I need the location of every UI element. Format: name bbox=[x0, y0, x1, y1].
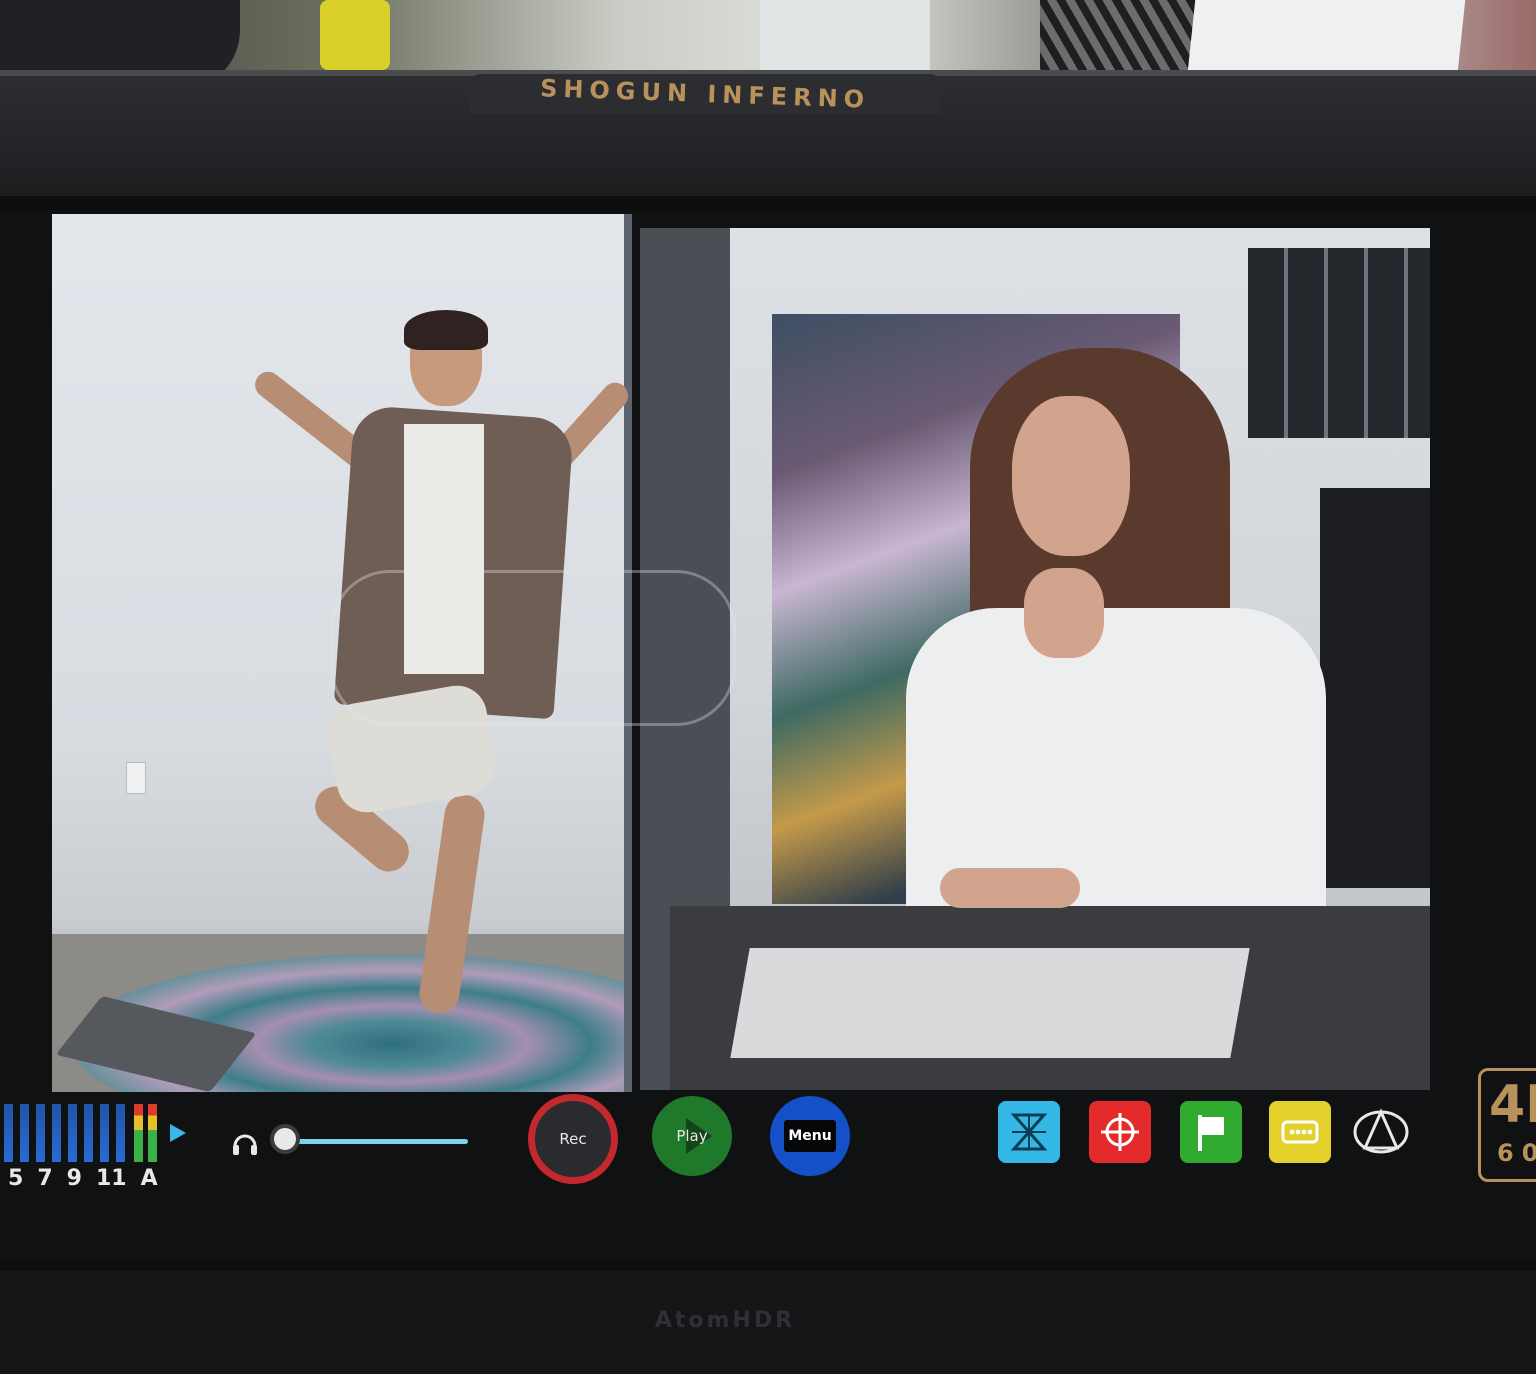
audio-meter-bar bbox=[84, 1104, 93, 1162]
audio-meter-bar-peak bbox=[148, 1104, 157, 1162]
headphone-volume-slider[interactable] bbox=[270, 1124, 300, 1154]
audio-channel-label: 11 bbox=[95, 1166, 127, 1191]
audio-meter-bar-peak bbox=[134, 1104, 143, 1162]
audio-meter-bar bbox=[20, 1104, 29, 1162]
person-hand bbox=[1024, 568, 1104, 658]
person-hair bbox=[404, 310, 488, 350]
monitor-tools-button[interactable] bbox=[998, 1101, 1060, 1163]
menu-button[interactable]: Menu bbox=[770, 1096, 850, 1176]
play-button-label: Play bbox=[676, 1127, 708, 1145]
device-brand-plate: SHOGUN INFERNO bbox=[470, 74, 940, 114]
video-feed-left bbox=[52, 214, 632, 1092]
format-frame-rate: 60 bbox=[1497, 1139, 1536, 1167]
atomos-home-button[interactable] bbox=[1350, 1101, 1412, 1163]
more-options-button[interactable] bbox=[1269, 1101, 1331, 1163]
audio-channel-label: 5 bbox=[8, 1166, 24, 1191]
audio-channel-label: 7 bbox=[37, 1166, 53, 1191]
play-button[interactable]: Play bbox=[652, 1096, 732, 1176]
person-leg bbox=[416, 792, 488, 1016]
headphones-icon bbox=[233, 1134, 257, 1155]
headphone-volume-track[interactable] bbox=[290, 1139, 468, 1144]
person-dancing bbox=[52, 214, 632, 1092]
audio-channel-label: 9 bbox=[66, 1166, 82, 1191]
audio-meters[interactable]: 5 7 9 11 A bbox=[0, 1100, 186, 1192]
record-button-label: Rec bbox=[559, 1130, 587, 1148]
audio-meter-bar bbox=[4, 1104, 13, 1162]
person-face bbox=[1012, 396, 1130, 556]
audio-meter-bar bbox=[100, 1104, 109, 1162]
audio-channel-label: A bbox=[140, 1166, 158, 1191]
menu-button-label: Menu bbox=[784, 1120, 836, 1152]
audio-meter-bar bbox=[52, 1104, 61, 1162]
focus-peaking-button[interactable] bbox=[1089, 1101, 1151, 1163]
dots-icon bbox=[1281, 1120, 1319, 1144]
audio-meter-bar bbox=[116, 1104, 125, 1162]
atomos-logo-icon bbox=[1353, 1108, 1409, 1154]
audio-meter-bar bbox=[36, 1104, 45, 1162]
background-object bbox=[320, 0, 390, 70]
person-arm bbox=[940, 868, 1080, 908]
chevron-right-icon[interactable] bbox=[170, 1124, 186, 1142]
audio-channel-labels: 5 7 9 11 A bbox=[8, 1166, 158, 1191]
device-model-label: AtomHDR bbox=[654, 1308, 796, 1333]
tag-flag-button[interactable] bbox=[1180, 1101, 1242, 1163]
desk-papers bbox=[730, 948, 1250, 1058]
flag-icon bbox=[1198, 1115, 1224, 1151]
format-resolution: 4K bbox=[1489, 1075, 1536, 1135]
device-brand: SHOGUN INFERNO bbox=[539, 74, 871, 114]
record-button[interactable]: Rec bbox=[528, 1094, 618, 1184]
format-badge: 4K 60 bbox=[1478, 1068, 1536, 1182]
person-tank-top bbox=[404, 424, 484, 674]
tools-hourglass-icon bbox=[1010, 1113, 1048, 1151]
crosshair-icon bbox=[1101, 1113, 1139, 1151]
audio-meter-bar bbox=[68, 1104, 77, 1162]
video-feed-right bbox=[640, 228, 1430, 1090]
